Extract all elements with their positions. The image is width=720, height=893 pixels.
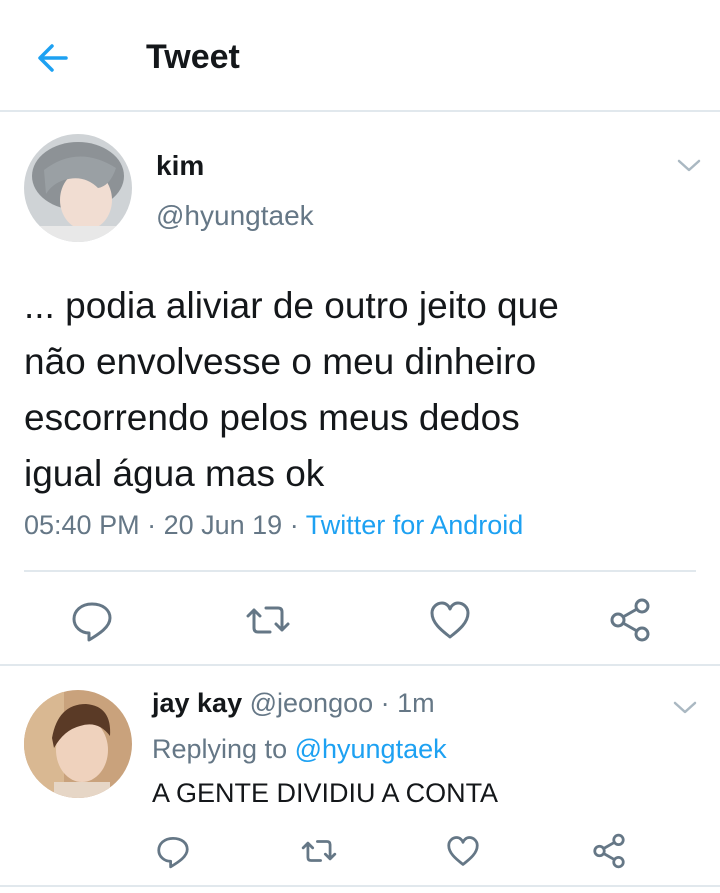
tweet-time: 05:40 PM bbox=[24, 510, 140, 540]
share-icon bbox=[610, 598, 650, 642]
tweet-actions bbox=[0, 590, 720, 650]
reply-time: 1m bbox=[397, 688, 435, 718]
tweet-date: 20 Jun 19 bbox=[163, 510, 283, 540]
more-options-button[interactable] bbox=[674, 156, 704, 176]
page-title: Tweet bbox=[146, 38, 240, 76]
chevron-down-icon bbox=[673, 701, 697, 714]
share-icon bbox=[593, 833, 625, 869]
reply-header: jay kay @jeongoo · 1m bbox=[152, 688, 435, 719]
tweet-source-link[interactable]: Twitter for Android bbox=[306, 510, 524, 540]
meta-separator: · bbox=[373, 688, 398, 718]
share-button[interactable] bbox=[606, 596, 654, 644]
arrow-left-icon bbox=[38, 44, 68, 72]
divider bbox=[0, 885, 720, 887]
meta-separator: · bbox=[139, 510, 164, 540]
divider bbox=[24, 570, 696, 572]
chevron-down-icon bbox=[677, 159, 701, 172]
reply-button[interactable] bbox=[68, 596, 116, 644]
reply-author-name[interactable]: jay kay bbox=[152, 688, 242, 718]
mention-link[interactable]: @hyungtaek bbox=[295, 734, 447, 764]
reply-actions bbox=[0, 826, 720, 876]
like-button[interactable] bbox=[426, 596, 474, 644]
retweet-button[interactable] bbox=[244, 596, 292, 644]
avatar-photo bbox=[24, 134, 132, 242]
reply-button[interactable] bbox=[154, 832, 192, 870]
meta-separator: · bbox=[282, 510, 306, 540]
like-icon bbox=[447, 836, 479, 866]
replying-prefix: Replying to bbox=[152, 734, 295, 764]
more-options-button[interactable] bbox=[670, 698, 700, 718]
retweet-button[interactable] bbox=[300, 832, 338, 870]
reply-icon bbox=[157, 836, 189, 869]
like-button[interactable] bbox=[444, 832, 482, 870]
avatar[interactable] bbox=[24, 690, 132, 798]
author-name[interactable]: kim bbox=[156, 150, 204, 182]
author-handle[interactable]: @hyungtaek bbox=[156, 200, 314, 232]
reply-text: A GENTE DIVIDIU A CONTA bbox=[152, 778, 499, 808]
top-bar: Tweet bbox=[0, 0, 720, 112]
tweet-text: ... podia aliviar de outro jeito que não… bbox=[24, 285, 559, 494]
avatar[interactable] bbox=[24, 134, 132, 242]
share-button[interactable] bbox=[590, 832, 628, 870]
reply-author-handle[interactable]: @jeongoo bbox=[250, 688, 374, 718]
back-button[interactable] bbox=[30, 38, 80, 78]
retweet-icon bbox=[246, 606, 290, 634]
avatar-photo bbox=[24, 690, 132, 798]
divider bbox=[0, 664, 720, 666]
retweet-icon bbox=[301, 840, 337, 862]
tweet-meta: 05:40 PM · 20 Jun 19 · Twitter for Andro… bbox=[24, 510, 523, 541]
replying-to: Replying to @hyungtaek bbox=[152, 734, 447, 765]
reply-icon bbox=[72, 602, 112, 642]
like-icon bbox=[430, 601, 470, 639]
